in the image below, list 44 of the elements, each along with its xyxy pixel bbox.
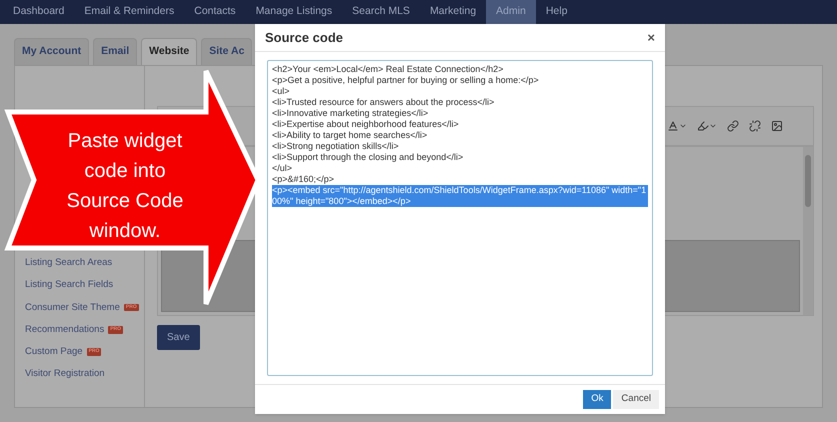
tab[interactable]: Site Ac xyxy=(201,38,252,65)
callout-text: Source Code xyxy=(66,189,184,214)
unlink-icon[interactable] xyxy=(749,120,761,132)
code-line: <li>Expertise about neighborhood features</li> xyxy=(272,119,459,129)
code-line: <ul> xyxy=(272,86,290,96)
tab[interactable]: My Account xyxy=(14,38,90,65)
tab[interactable]: Email xyxy=(93,38,138,65)
link-icon[interactable] xyxy=(727,120,739,132)
save-button[interactable]: Save xyxy=(157,325,200,350)
sidebar-link[interactable]: Custom Page xyxy=(25,345,83,360)
tab[interactable]: Website xyxy=(141,38,198,65)
dialog-title: Source code xyxy=(265,28,344,47)
text-color-icon[interactable] xyxy=(667,120,687,132)
code-textarea[interactable] xyxy=(267,60,653,376)
dialog-button[interactable]: Ok xyxy=(583,390,612,409)
nav-item[interactable]: Dashboard xyxy=(3,0,74,24)
code-line: </ul> xyxy=(272,163,292,173)
callout-text: code into xyxy=(84,159,166,184)
code-line: <li>Trusted resource for answers about the process</li> xyxy=(272,97,494,107)
nav-item[interactable]: Contacts xyxy=(184,0,246,24)
image-icon[interactable] xyxy=(771,120,783,132)
code-line: <li>Ability to target home searches</li> xyxy=(272,130,428,140)
sidebar-link[interactable]: Consumer Site Theme xyxy=(25,300,120,315)
nav-item[interactable]: Admin xyxy=(486,0,536,24)
close-button[interactable]: × xyxy=(647,28,655,48)
sidebar-link[interactable]: Visitor Registration xyxy=(25,367,105,382)
nav-item[interactable]: Email & Reminders xyxy=(74,0,184,24)
code-line: <li>Support through the closing and beyond</li> xyxy=(272,152,464,162)
sidebar-link[interactable]: Listing Search Fields xyxy=(25,278,114,292)
callout-text: Paste widget xyxy=(68,129,182,154)
callout-text: window. xyxy=(89,219,161,244)
code-line: <p>&#160;</p> xyxy=(272,174,334,184)
code-line: <li>Strong negotiation skills</li> xyxy=(272,141,399,151)
highlight-icon[interactable] xyxy=(697,120,717,132)
nav-item[interactable]: Search MLS xyxy=(342,0,420,24)
sidebar-link[interactable]: Recommendations xyxy=(25,322,104,337)
code-line: <h2>Your <em>Local</em> Real Estate Connection</h2> xyxy=(272,64,504,74)
code-line: <li>Innovative marketing strategies</li> xyxy=(272,108,428,118)
sidebar-link[interactable]: Listing Search Areas xyxy=(25,256,112,270)
dialog-button[interactable]: Cancel xyxy=(613,390,659,409)
nav-item[interactable]: Help xyxy=(536,0,578,24)
code-line: <p>Get a positive, helpful partner for buying or selling a home:</p> xyxy=(272,75,539,85)
nav-item[interactable]: Manage Listings xyxy=(246,0,342,24)
nav-item[interactable]: Marketing xyxy=(420,0,486,24)
